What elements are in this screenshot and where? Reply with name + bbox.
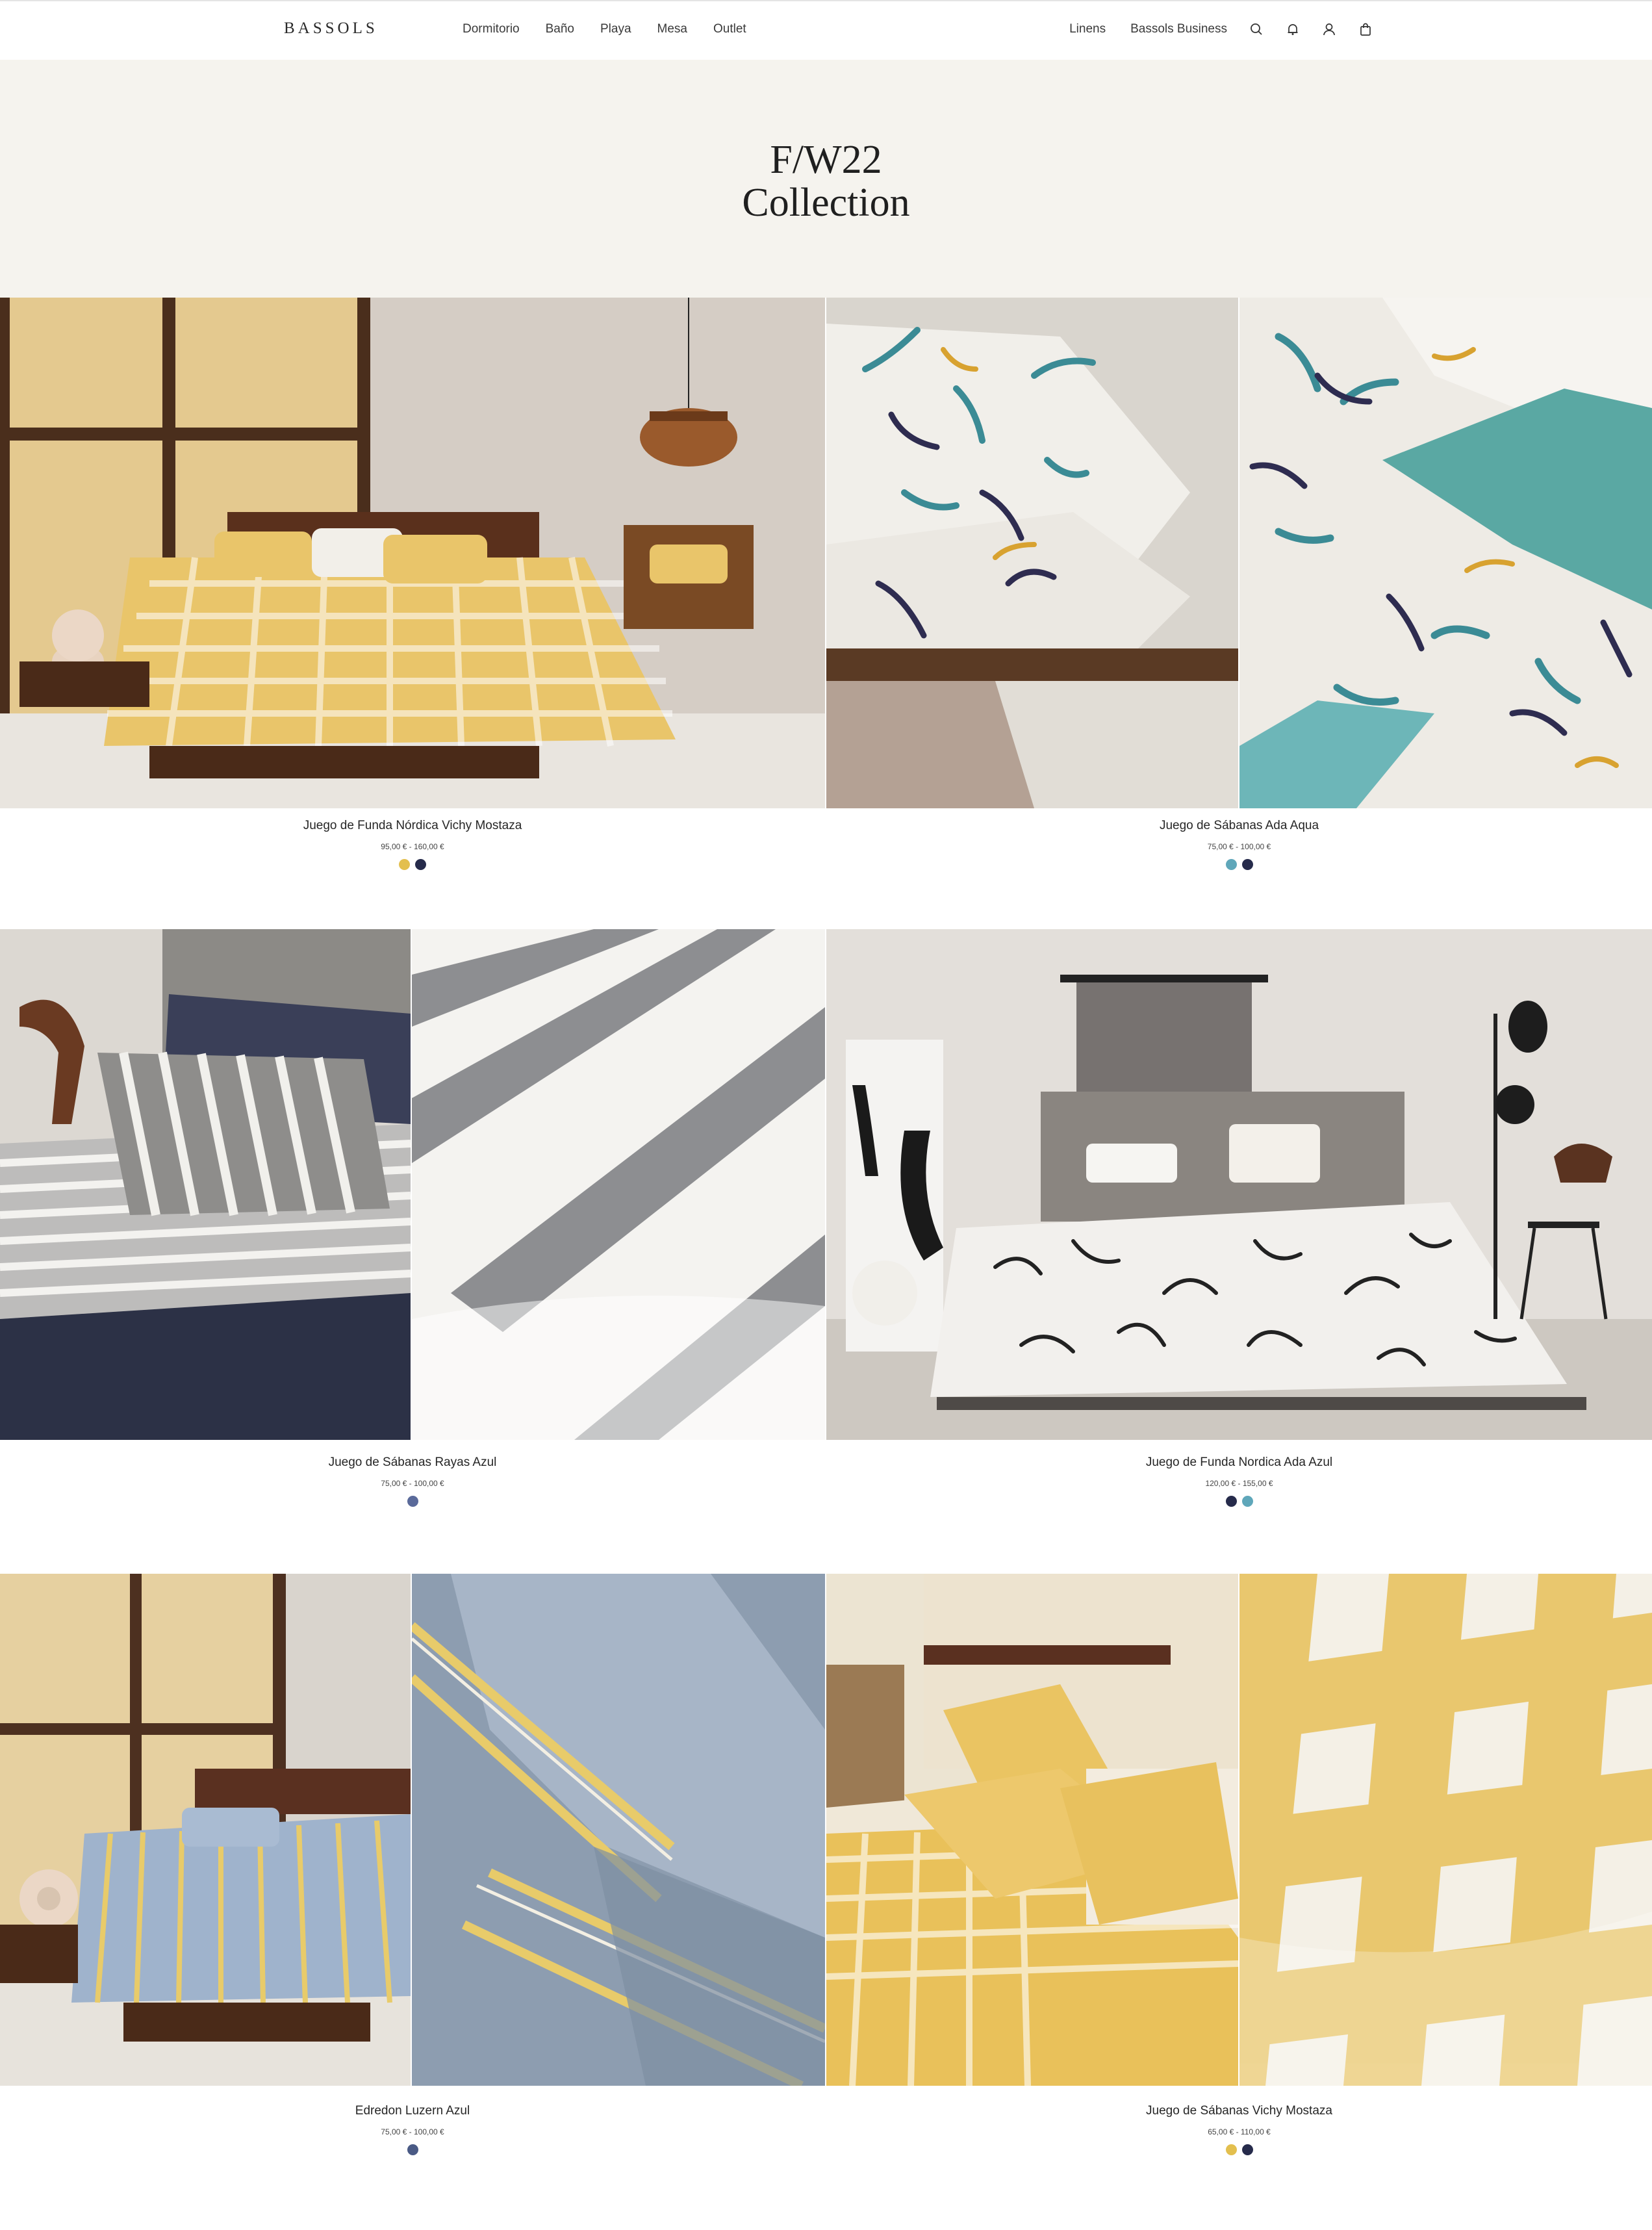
color-swatches [0, 1496, 825, 1507]
brand-logo[interactable]: BASSOLS [284, 19, 378, 38]
product-price: 65,00 € - 110,00 € [1208, 2127, 1271, 2136]
product-card-3[interactable]: Juego de Sábanas Rayas Azul 75,00 € - 10… [0, 1455, 825, 1507]
product-name[interactable]: Juego de Funda Nórdica Vichy Mostaza [0, 819, 825, 833]
product-image-vichy-sabanas-bed[interactable] [826, 1574, 1238, 2086]
product-price: 75,00 € - 100,00 € [1207, 842, 1271, 851]
product-image-rayas-bed[interactable] [0, 929, 411, 1440]
product-card-1[interactable]: Juego de Funda Nórdica Vichy Mostaza 95,… [0, 819, 825, 870]
swatch-navy[interactable] [1225, 1496, 1237, 1507]
product-image-luzern-bedroom[interactable] [0, 1574, 411, 2086]
site-header: BASSOLS Dormitorio Baño Playa Mesa Outle… [0, 0, 1652, 60]
product-name[interactable]: Juego de Sábanas Ada Aqua [826, 819, 1652, 833]
color-swatches [826, 1496, 1652, 1507]
color-swatches [0, 2144, 825, 2155]
product-image-vichy-bedroom[interactable] [0, 298, 825, 808]
product-image-luzern-detail[interactable] [412, 1574, 825, 2086]
swatch-aqua[interactable] [1225, 859, 1237, 870]
nav-playa[interactable]: Playa [600, 22, 631, 36]
nav-linens[interactable]: Linens [1069, 22, 1106, 36]
product-image-rayas-detail[interactable] [412, 929, 825, 1440]
color-swatches [826, 2144, 1652, 2155]
product-name[interactable]: Juego de Funda Nordica Ada Azul [826, 1455, 1652, 1470]
swatch-navy[interactable] [1241, 2144, 1253, 2155]
swatch-blue[interactable] [407, 2144, 418, 2155]
search-icon[interactable] [1249, 22, 1264, 36]
product-card-2[interactable]: Juego de Sábanas Ada Aqua 75,00 € - 100,… [826, 819, 1652, 870]
user-icon[interactable] [1322, 22, 1336, 36]
bell-icon[interactable] [1286, 22, 1300, 36]
main-nav: Dormitorio Baño Playa Mesa Outlet [463, 22, 772, 36]
product-image-ada-aqua-pillows[interactable] [826, 298, 1238, 808]
bag-icon[interactable] [1358, 22, 1373, 36]
product-image-vichy-sabanas-detail[interactable] [1239, 1574, 1652, 2086]
nav-bassols-business[interactable]: Bassols Business [1130, 22, 1227, 36]
product-price: 75,00 € - 100,00 € [381, 2127, 444, 2136]
product-price: 75,00 € - 100,00 € [381, 1479, 444, 1488]
swatch-blue[interactable] [407, 1496, 418, 1507]
product-card-6[interactable]: Juego de Sábanas Vichy Mostaza 65,00 € -… [826, 2104, 1652, 2155]
nav-mesa[interactable]: Mesa [657, 22, 687, 36]
product-name[interactable]: Juego de Sábanas Vichy Mostaza [826, 2104, 1652, 2118]
product-image-ada-azul-bedroom[interactable] [826, 929, 1652, 1440]
product-price: 120,00 € - 155,00 € [1205, 1479, 1273, 1488]
product-card-5[interactable]: Edredon Luzern Azul 75,00 € - 100,00 € [0, 2104, 825, 2155]
swatch-navy[interactable] [1241, 859, 1253, 870]
collection-title: F/W22 Collection [742, 138, 910, 225]
nav-outlet[interactable]: Outlet [713, 22, 746, 36]
product-price: 95,00 € - 160,00 € [381, 842, 444, 851]
swatch-mustard[interactable] [399, 859, 410, 870]
product-card-4[interactable]: Juego de Funda Nordica Ada Azul 120,00 €… [826, 1455, 1652, 1507]
swatch-aqua[interactable] [1241, 1496, 1253, 1507]
swatch-navy[interactable] [415, 859, 426, 870]
product-name[interactable]: Edredon Luzern Azul [0, 2104, 825, 2118]
color-swatches [826, 859, 1652, 870]
utility-nav: Linens Bassols Business [1045, 22, 1373, 36]
swatch-mustard[interactable] [1225, 2144, 1237, 2155]
nav-dormitorio[interactable]: Dormitorio [463, 22, 520, 36]
product-image-ada-aqua-detail[interactable] [1239, 298, 1652, 808]
product-name[interactable]: Juego de Sábanas Rayas Azul [0, 1455, 825, 1470]
color-swatches [0, 859, 825, 870]
nav-bano[interactable]: Baño [546, 22, 574, 36]
